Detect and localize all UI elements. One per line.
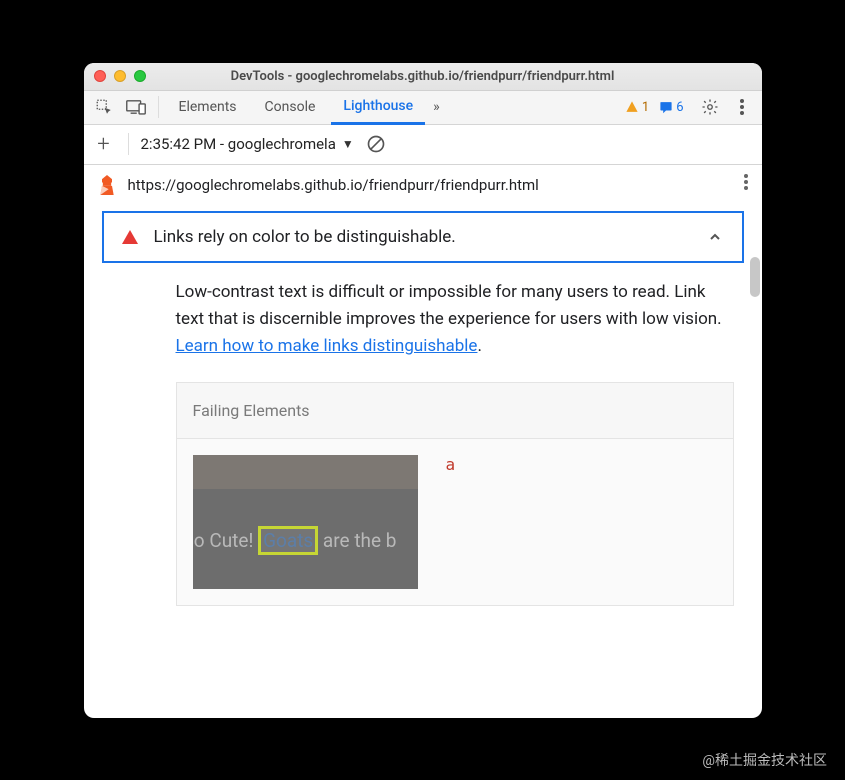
learn-more-link[interactable]: Learn how to make links distinguishable: [176, 336, 478, 356]
messages-count: 6: [676, 100, 683, 115]
page-url: https://googlechromelabs.github.io/frien…: [128, 176, 732, 194]
report-content: Links rely on color to be distinguishabl…: [84, 205, 762, 718]
settings-icon[interactable]: [696, 93, 724, 121]
close-window-button[interactable]: [94, 70, 106, 82]
maximize-window-button[interactable]: [134, 70, 146, 82]
scrollbar-thumb[interactable]: [750, 257, 760, 297]
tab-elements[interactable]: Elements: [167, 90, 249, 124]
report-selector-label: 2:35:42 PM - googlechromela: [141, 135, 336, 153]
tab-lighthouse[interactable]: Lighthouse: [331, 91, 425, 125]
audit-desc-text: Low-contrast text is difficult or imposs…: [176, 282, 722, 329]
tab-bar: Elements Console Lighthouse » 1 6: [84, 91, 762, 125]
url-row: https://googlechromelabs.github.io/frien…: [84, 165, 762, 205]
messages-badge[interactable]: 6: [659, 100, 683, 115]
more-menu-icon[interactable]: [728, 93, 756, 121]
report-selector-dropdown[interactable]: ▼: [342, 137, 354, 151]
warnings-badge[interactable]: 1: [625, 100, 649, 115]
devtools-window: DevTools - googlechromelabs.github.io/fr…: [84, 63, 762, 718]
lighthouse-toolbar: + 2:35:42 PM - googlechromela ▼: [84, 125, 762, 165]
new-report-button[interactable]: +: [92, 132, 116, 157]
audit-header[interactable]: Links rely on color to be distinguishabl…: [102, 211, 744, 263]
fail-triangle-icon: [122, 230, 138, 244]
clear-icon[interactable]: [366, 134, 386, 154]
tab-console[interactable]: Console: [253, 90, 328, 124]
watermark: @稀土掘金技术社区: [702, 750, 827, 770]
inspect-icon[interactable]: [90, 93, 118, 121]
element-tag[interactable]: a: [446, 455, 456, 474]
titlebar: DevTools - googlechromelabs.github.io/fr…: [84, 63, 762, 91]
failing-elements-body: So Cute! Goats are the b a: [177, 439, 733, 605]
audit-description: Low-contrast text is difficult or imposs…: [176, 279, 734, 361]
more-tabs-button[interactable]: »: [429, 99, 444, 115]
report-menu-icon[interactable]: [744, 174, 748, 195]
minimize-window-button[interactable]: [114, 70, 126, 82]
thumb-text-post: are the b: [318, 529, 396, 552]
warnings-count: 1: [642, 100, 649, 115]
collapse-icon[interactable]: [706, 228, 724, 246]
window-controls: [94, 70, 146, 82]
divider: [128, 133, 129, 155]
audit-title: Links rely on color to be distinguishabl…: [154, 227, 690, 247]
device-toggle-icon[interactable]: [122, 93, 150, 121]
audit-desc-period: .: [477, 336, 481, 356]
failing-elements-block: Failing Elements So Cute! Goats are the …: [176, 382, 734, 606]
divider: [158, 96, 159, 118]
thumb-text-pre: So Cute!: [193, 529, 259, 552]
element-screenshot[interactable]: So Cute! Goats are the b: [193, 455, 418, 589]
lighthouse-logo-icon: [98, 175, 116, 195]
window-title: DevTools - googlechromelabs.github.io/fr…: [154, 69, 692, 84]
thumb-highlight: Goats: [258, 526, 318, 555]
failing-elements-header: Failing Elements: [177, 383, 733, 439]
